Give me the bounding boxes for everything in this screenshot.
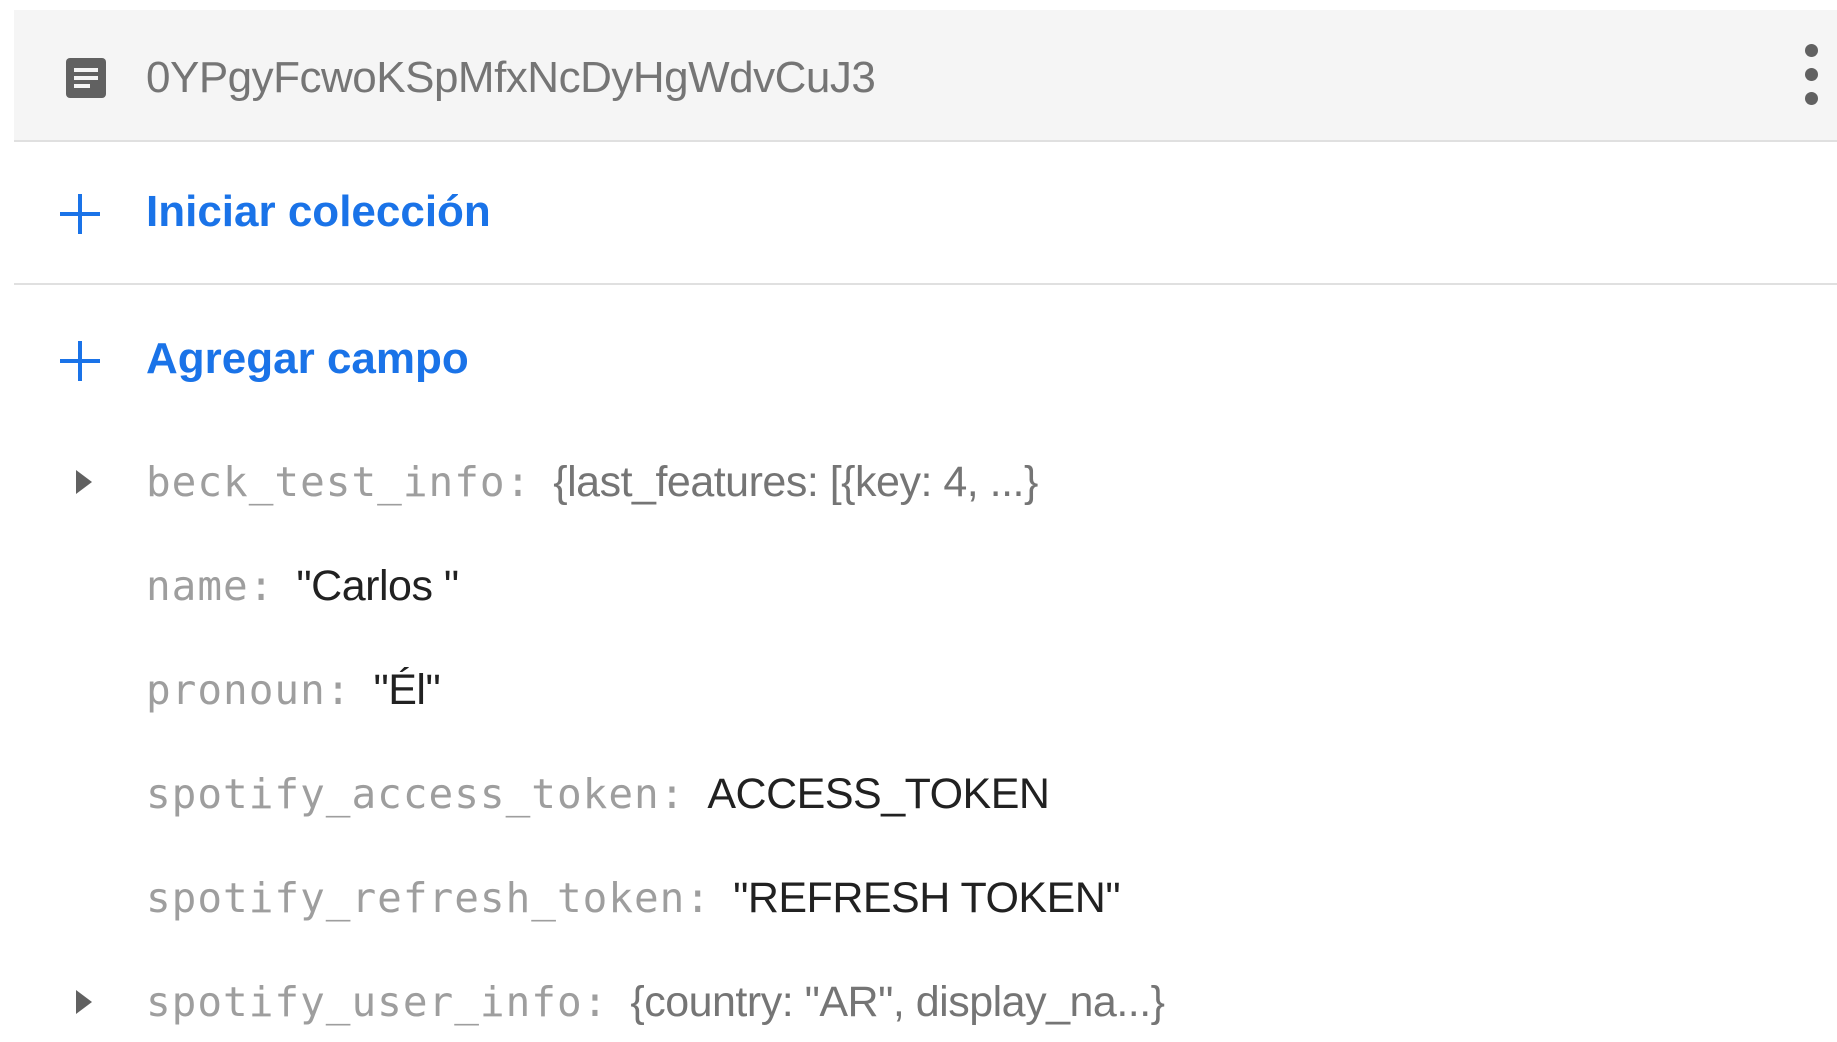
field-key: spotify_user_info: (146, 978, 609, 1026)
triangle-right-icon[interactable] (72, 466, 96, 498)
field-row-beck-test-info[interactable]: beck_test_info: {last_features: [{key: 4,… (0, 442, 1837, 522)
field-value: "REFRESH TOKEN" (733, 874, 1121, 922)
plus-icon (60, 341, 100, 381)
start-collection-label: Iniciar colección (146, 187, 491, 236)
field-key: spotify_access_token: (146, 770, 686, 818)
document-icon (66, 58, 106, 98)
field-row-spotify-access-token[interactable]: spotify_access_token: ACCESS_TOKEN (0, 754, 1837, 834)
document-id: 0YPgyFcwoKSpMfxNcDyHgWdvCuJ3 (146, 53, 876, 102)
plus-icon (60, 194, 100, 234)
field-key: beck_test_info: (146, 458, 532, 506)
field-row-spotify-refresh-token[interactable]: spotify_refresh_token: "REFRESH TOKEN" (0, 858, 1837, 938)
field-value: "Él" (373, 666, 441, 714)
field-key: name: (146, 562, 275, 610)
field-row-pronoun[interactable]: pronoun: "Él" (0, 650, 1837, 730)
field-key: spotify_refresh_token: (146, 874, 712, 922)
field-value: {last_features: [{key: 4, ...} (553, 458, 1038, 506)
field-key: pronoun: (146, 666, 352, 714)
start-collection-button[interactable]: Iniciar colección (14, 142, 1837, 285)
triangle-right-icon[interactable] (72, 986, 96, 1018)
field-value: {country: "AR", display_na...} (630, 978, 1165, 1026)
field-value: "Carlos " (296, 562, 459, 610)
more-vert-icon[interactable] (1800, 42, 1824, 108)
add-field-button[interactable]: Agregar campo (14, 289, 1837, 432)
document-header: 0YPgyFcwoKSpMfxNcDyHgWdvCuJ3 (14, 10, 1837, 142)
field-row-spotify-user-info[interactable]: spotify_user_info: {country: "AR", displa… (0, 962, 1837, 1042)
add-field-label: Agregar campo (146, 334, 469, 383)
field-row-name[interactable]: name: "Carlos " (0, 546, 1837, 626)
field-value: ACCESS_TOKEN (707, 770, 1050, 818)
